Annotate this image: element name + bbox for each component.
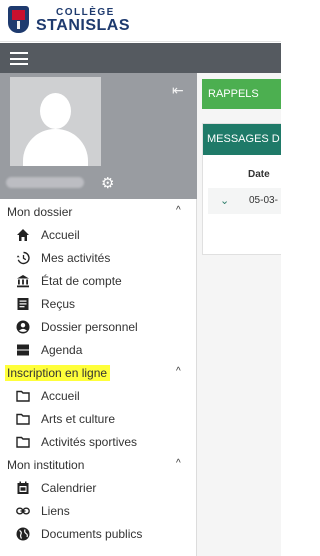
sidebar-item-label: Agenda xyxy=(41,343,83,357)
profile-panel: ⇤ ⚙ xyxy=(0,73,197,199)
home-icon xyxy=(16,228,30,242)
bank-icon xyxy=(16,274,30,288)
section-header[interactable]: Mon dossier ^ xyxy=(0,200,197,223)
link-icon xyxy=(16,504,30,518)
sidebar-item-label: Activités sportives xyxy=(41,435,138,449)
gear-icon[interactable]: ⚙ xyxy=(101,174,114,192)
sidebar-item-label: Accueil xyxy=(41,228,80,242)
sidebar-item[interactable]: Agenda xyxy=(0,338,197,361)
sidebar-item[interactable]: Dossier personnel xyxy=(0,315,197,338)
messages-title: MESSAGES D xyxy=(207,133,280,145)
sidebar-item[interactable]: Reçus xyxy=(0,292,197,315)
rappels-title: RAPPELS xyxy=(208,88,259,100)
section-label: Mon institution xyxy=(7,458,85,472)
sidebar: ⇤ ⚙ Mon dossier ^ Accueil Mes activités État… xyxy=(0,73,197,556)
sidebar-item-label: Liens xyxy=(41,504,70,518)
sidebar-item-label: Documents publics xyxy=(41,527,143,541)
section-header[interactable]: Mon institution ^ xyxy=(0,453,197,476)
avatar xyxy=(10,77,101,166)
sidebar-item[interactable]: Activités sportives xyxy=(0,430,197,453)
section-label: Inscription en ligne xyxy=(5,365,111,381)
sidebar-item[interactable]: Liens xyxy=(0,499,197,522)
chevron-up-icon[interactable]: ^ xyxy=(176,366,181,377)
top-toolbar xyxy=(0,43,281,73)
sidebar-item-label: Mes activités xyxy=(41,251,111,265)
sidebar-item[interactable]: Mes activités xyxy=(0,246,197,269)
receipt-icon xyxy=(16,297,30,311)
user-name-redacted xyxy=(6,177,84,188)
folder-icon xyxy=(16,435,30,449)
sidebar-item-label: Arts et culture xyxy=(41,412,116,426)
sidebar-item[interactable]: Arts et culture xyxy=(0,407,197,430)
app-header: COLLÈGE STANISLAS xyxy=(0,0,281,42)
agenda-icon xyxy=(16,343,30,357)
sidebar-item[interactable]: État de compte xyxy=(0,269,197,292)
hamburger-icon[interactable] xyxy=(10,52,28,65)
collapse-left-icon[interactable]: ⇤ xyxy=(172,82,184,99)
sidebar-item[interactable]: Documents publics xyxy=(0,522,197,545)
calendar-icon xyxy=(16,481,30,495)
rappels-card[interactable]: RAPPELS xyxy=(202,79,281,109)
chevron-up-icon[interactable]: ^ xyxy=(176,205,181,216)
row-date: 05-03- xyxy=(249,195,278,206)
sidebar-item-label: Accueil xyxy=(41,389,80,403)
sidebar-item-label: Calendrier xyxy=(41,481,97,495)
chevron-down-icon[interactable]: ⌄ xyxy=(220,194,229,207)
globe-icon xyxy=(16,527,30,541)
college-crest-logo[interactable] xyxy=(8,6,29,33)
sidebar-menu: Mon dossier ^ Accueil Mes activités État de … xyxy=(0,200,197,545)
sidebar-item-label: Dossier personnel xyxy=(41,320,138,334)
folder-icon xyxy=(16,389,30,403)
chevron-up-icon[interactable]: ^ xyxy=(176,458,181,469)
folder-icon xyxy=(16,412,30,426)
main-content: RAPPELS MESSAGES D Date ⌄ 05-03- xyxy=(197,73,281,556)
sidebar-item[interactable]: Accueil xyxy=(0,384,197,407)
sidebar-item[interactable]: Calendrier xyxy=(0,476,197,499)
sidebar-item-label: État de compte xyxy=(41,274,122,288)
table-header-date[interactable]: Date xyxy=(248,169,270,180)
sidebar-item[interactable]: Accueil xyxy=(0,223,197,246)
account-icon xyxy=(16,320,30,334)
section-label: Mon dossier xyxy=(7,205,73,219)
history-icon xyxy=(16,251,30,265)
sidebar-item-label: Reçus xyxy=(41,297,76,311)
messages-card: MESSAGES D Date ⌄ 05-03- xyxy=(202,123,281,255)
section-header[interactable]: Inscription en ligne ^ xyxy=(0,361,197,384)
logo-text-bottom: STANISLAS xyxy=(36,17,130,34)
